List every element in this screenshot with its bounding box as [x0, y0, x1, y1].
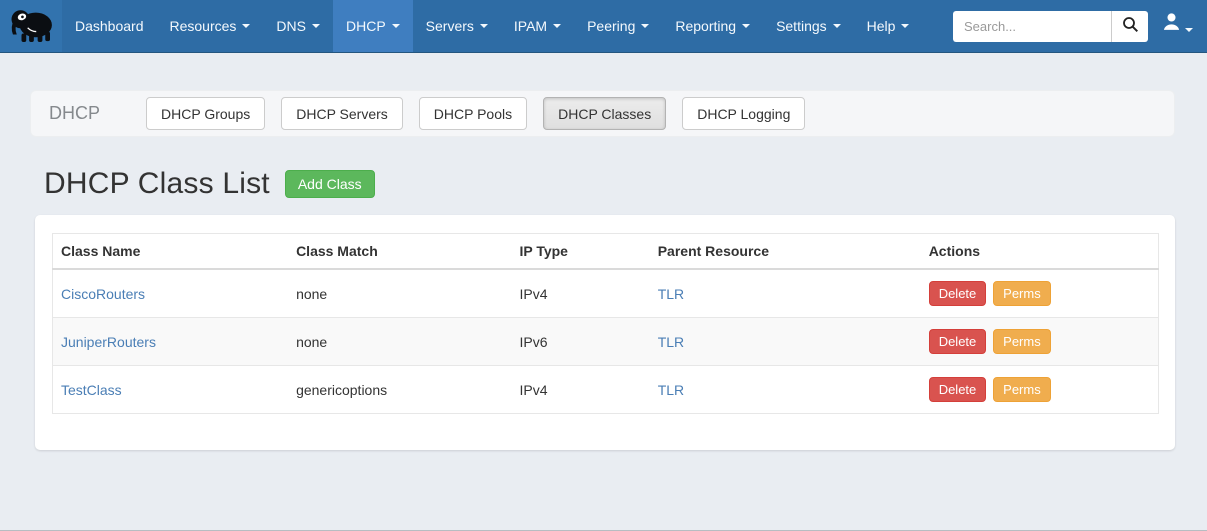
class-name-link[interactable]: TestClass: [61, 382, 122, 398]
dhcp-subnav: DHCP DHCP Groups DHCP Servers DHCP Pools…: [30, 90, 1175, 137]
class-match-value: none: [288, 269, 511, 318]
user-icon: [1162, 12, 1181, 36]
chevron-down-icon: [1185, 28, 1193, 32]
col-header-parent-resource: Parent Resource: [650, 234, 921, 270]
col-header-actions: Actions: [921, 234, 1159, 270]
tab-dhcp-classes[interactable]: DHCP Classes: [543, 97, 666, 130]
nav-item-resources[interactable]: Resources: [157, 0, 264, 52]
ip-type-value: IPv4: [511, 269, 649, 318]
subnav-title: DHCP: [49, 103, 100, 124]
mammoth-logo-icon: [8, 5, 54, 48]
class-match-value: none: [288, 318, 511, 366]
main-menu: Dashboard Resources DNS DHCP Servers IPA…: [62, 0, 922, 52]
delete-button[interactable]: Delete: [929, 329, 987, 354]
table-row: JuniperRouters none IPv6 TLR Delete Perm…: [53, 318, 1159, 366]
nav-item-help[interactable]: Help: [854, 0, 923, 52]
search-input[interactable]: [953, 11, 1111, 42]
delete-button[interactable]: Delete: [929, 377, 987, 402]
tab-dhcp-logging[interactable]: DHCP Logging: [682, 97, 805, 130]
parent-resource-link[interactable]: TLR: [658, 334, 684, 350]
nav-item-peering[interactable]: Peering: [574, 0, 662, 52]
user-menu[interactable]: [1162, 12, 1193, 40]
class-match-value: genericoptions: [288, 366, 511, 414]
chevron-down-icon: [553, 24, 561, 28]
col-header-class-match: Class Match: [288, 234, 511, 270]
chevron-down-icon: [742, 24, 750, 28]
navbar-right-group: [953, 0, 1207, 52]
ip-type-value: IPv4: [511, 366, 649, 414]
nav-item-reporting[interactable]: Reporting: [662, 0, 763, 52]
perms-button[interactable]: Perms: [993, 377, 1051, 402]
perms-button[interactable]: Perms: [993, 281, 1051, 306]
delete-button[interactable]: Delete: [929, 281, 987, 306]
nav-item-settings[interactable]: Settings: [763, 0, 854, 52]
class-name-link[interactable]: JuniperRouters: [61, 334, 156, 350]
chevron-down-icon: [392, 24, 400, 28]
add-class-button[interactable]: Add Class: [285, 170, 375, 198]
page-title: DHCP Class List: [44, 167, 270, 201]
page-head: DHCP Class List Add Class: [44, 167, 1207, 201]
dhcp-class-table: Class Name Class Match IP Type Parent Re…: [52, 233, 1159, 414]
top-navbar: Dashboard Resources DNS DHCP Servers IPA…: [0, 0, 1207, 53]
nav-item-servers[interactable]: Servers: [413, 0, 501, 52]
col-header-class-name: Class Name: [53, 234, 289, 270]
table-row: CiscoRouters none IPv4 TLR Delete Perms: [53, 269, 1159, 318]
parent-resource-link[interactable]: TLR: [658, 286, 684, 302]
nav-item-ipam[interactable]: IPAM: [501, 0, 574, 52]
brand-logo[interactable]: [0, 0, 62, 52]
chevron-down-icon: [641, 24, 649, 28]
table-header-row: Class Name Class Match IP Type Parent Re…: [53, 234, 1159, 270]
chevron-down-icon: [480, 24, 488, 28]
col-header-ip-type: IP Type: [511, 234, 649, 270]
ip-type-value: IPv6: [511, 318, 649, 366]
nav-item-dns[interactable]: DNS: [263, 0, 333, 52]
chevron-down-icon: [312, 24, 320, 28]
tab-dhcp-pools[interactable]: DHCP Pools: [419, 97, 527, 130]
nav-item-dashboard[interactable]: Dashboard: [62, 0, 157, 52]
dhcp-class-panel: Class Name Class Match IP Type Parent Re…: [35, 215, 1175, 450]
nav-item-dhcp[interactable]: DHCP: [333, 0, 413, 52]
perms-button[interactable]: Perms: [993, 329, 1051, 354]
chevron-down-icon: [901, 24, 909, 28]
chevron-down-icon: [833, 24, 841, 28]
table-row: TestClass genericoptions IPv4 TLR Delete…: [53, 366, 1159, 414]
tab-dhcp-servers[interactable]: DHCP Servers: [281, 97, 403, 130]
subnav-tabs: DHCP Groups DHCP Servers DHCP Pools DHCP…: [146, 97, 805, 130]
search-icon: [1122, 16, 1139, 36]
search-button[interactable]: [1111, 11, 1148, 42]
search-group: [953, 11, 1148, 42]
chevron-down-icon: [242, 24, 250, 28]
class-name-link[interactable]: CiscoRouters: [61, 286, 145, 302]
parent-resource-link[interactable]: TLR: [658, 382, 684, 398]
tab-dhcp-groups[interactable]: DHCP Groups: [146, 97, 265, 130]
